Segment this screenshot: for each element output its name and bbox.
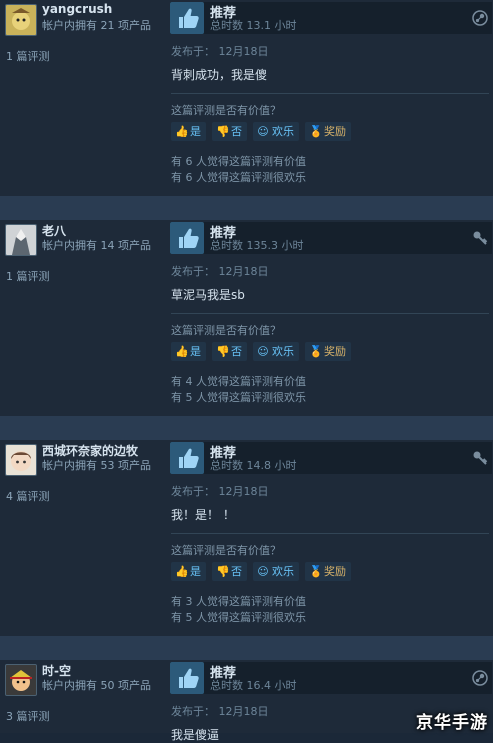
review-text: 我是傻逼 — [171, 728, 220, 742]
vote-yes-button[interactable]: 👍是 — [171, 562, 206, 581]
award-icon: 🏅 — [309, 345, 323, 358]
reviewer-info: yangcrush 帐户内拥有 21 项产品 1 篇评测 — [0, 0, 160, 196]
posted-date: 发布于： 12月18日 — [171, 45, 269, 58]
vote-no-button[interactable]: 👎否 — [212, 122, 247, 141]
posted-date: 发布于： 12月18日 — [171, 485, 269, 498]
helpful-question: 这篇评测是否有价值？ — [171, 324, 281, 337]
funny-votes: 有 5 人觉得这篇评测很欢乐 — [171, 391, 306, 404]
games-owned[interactable]: 帐户内拥有 14 项产品 — [6, 238, 158, 253]
divider — [171, 533, 489, 534]
review-separator — [0, 636, 493, 660]
recommendation-bar[interactable]: 推荐 总时数 16.4 小时 — [170, 662, 492, 694]
review-count[interactable]: 1 篇评测 — [6, 48, 50, 64]
thumbs-up-icon — [170, 442, 204, 474]
review-card: 西城环奈家的边牧 帐户内拥有 53 项产品 4 篇评测 推荐 总时数 14.8 … — [0, 440, 493, 636]
steam-icon — [472, 670, 488, 686]
thumbs-down-icon: 👎 — [216, 565, 230, 578]
review-card: 老八 帐户内拥有 14 项产品 1 篇评测 推荐 总时数 135.3 小时 发布… — [0, 220, 493, 416]
games-owned[interactable]: 帐户内拥有 53 项产品 — [6, 458, 158, 473]
thumbs-up-icon — [170, 222, 204, 254]
recommendation-bar[interactable]: 推荐 总时数 14.8 小时 — [170, 442, 492, 474]
vote-funny-button[interactable]: ☺ 欢乐 — [253, 342, 299, 361]
review-text: 我！是！ ！ — [171, 508, 235, 522]
username[interactable]: 西城环奈家的边牧 — [42, 442, 160, 459]
helpful-question: 这篇评测是否有价值？ — [171, 104, 281, 117]
divider — [171, 93, 489, 94]
review-separator — [0, 416, 493, 440]
vote-funny-button[interactable]: ☺ 欢乐 — [253, 122, 299, 141]
username[interactable]: yangcrush — [42, 2, 160, 16]
divider — [171, 313, 489, 314]
helpful-votes: 有 3 人觉得这篇评测有价值 — [171, 595, 306, 608]
review-count[interactable]: 4 篇评测 — [6, 488, 50, 504]
review-text: 草泥马我是sb — [171, 288, 245, 302]
key-icon — [472, 450, 488, 466]
smiley-icon: ☺ — [257, 125, 269, 138]
helpful-votes: 有 4 人觉得这篇评测有价值 — [171, 375, 306, 388]
review-separator — [0, 196, 493, 220]
recommendation-bar[interactable]: 推荐 总时数 135.3 小时 — [170, 222, 492, 254]
vote-no-button[interactable]: 👎否 — [212, 342, 247, 361]
watermark-logo: 京华手游 — [416, 713, 488, 733]
hours-played: 总时数 135.3 小时 — [210, 239, 304, 252]
award-button[interactable]: 🏅奖励 — [305, 122, 351, 141]
award-button[interactable]: 🏅奖励 — [305, 562, 351, 581]
vote-no-button[interactable]: 👎否 — [212, 562, 247, 581]
hours-played: 总时数 14.8 小时 — [210, 459, 297, 472]
review-text: 背刺成功，我是傻 — [171, 68, 268, 82]
thumbs-down-icon: 👎 — [216, 125, 230, 138]
vote-yes-button[interactable]: 👍是 — [171, 122, 206, 141]
games-owned[interactable]: 帐户内拥有 21 项产品 — [6, 18, 158, 33]
thumbs-up-icon — [170, 662, 204, 694]
smiley-icon: ☺ — [257, 565, 269, 578]
award-button[interactable]: 🏅奖励 — [305, 342, 351, 361]
thumbs-up-icon: 👍 — [175, 345, 189, 358]
username[interactable]: 老八 — [42, 222, 160, 239]
helpful-question: 这篇评测是否有价值？ — [171, 544, 281, 557]
posted-date: 发布于： 12月18日 — [171, 265, 269, 278]
thumbs-up-icon — [170, 2, 204, 34]
steam-icon — [472, 10, 488, 26]
review-count[interactable]: 1 篇评测 — [6, 268, 50, 284]
award-icon: 🏅 — [309, 125, 323, 138]
award-icon: 🏅 — [309, 565, 323, 578]
reviewer-info: 时-空 帐户内拥有 50 项产品 3 篇评测 — [0, 660, 160, 733]
smiley-icon: ☺ — [257, 345, 269, 358]
funny-votes: 有 5 人觉得这篇评测很欢乐 — [171, 611, 306, 624]
funny-votes: 有 6 人觉得这篇评测很欢乐 — [171, 171, 306, 184]
thumbs-up-icon: 👍 — [175, 565, 189, 578]
reviewer-info: 西城环奈家的边牧 帐户内拥有 53 项产品 4 篇评测 — [0, 440, 160, 636]
thumbs-up-icon: 👍 — [175, 125, 189, 138]
helpful-votes: 有 6 人觉得这篇评测有价值 — [171, 155, 306, 168]
posted-date: 发布于： 12月18日 — [171, 705, 269, 718]
recommendation-bar[interactable]: 推荐 总时数 13.1 小时 — [170, 2, 492, 34]
review-count[interactable]: 3 篇评测 — [6, 708, 50, 724]
username[interactable]: 时-空 — [42, 662, 160, 679]
thumbs-down-icon: 👎 — [216, 345, 230, 358]
reviewer-info: 老八 帐户内拥有 14 项产品 1 篇评测 — [0, 220, 160, 416]
review-card: yangcrush 帐户内拥有 21 项产品 1 篇评测 推荐 总时数 13.1… — [0, 0, 493, 196]
hours-played: 总时数 13.1 小时 — [210, 19, 297, 32]
games-owned[interactable]: 帐户内拥有 50 项产品 — [6, 678, 158, 693]
vote-funny-button[interactable]: ☺ 欢乐 — [253, 562, 299, 581]
hours-played: 总时数 16.4 小时 — [210, 679, 297, 692]
key-icon — [472, 230, 488, 246]
vote-yes-button[interactable]: 👍是 — [171, 342, 206, 361]
